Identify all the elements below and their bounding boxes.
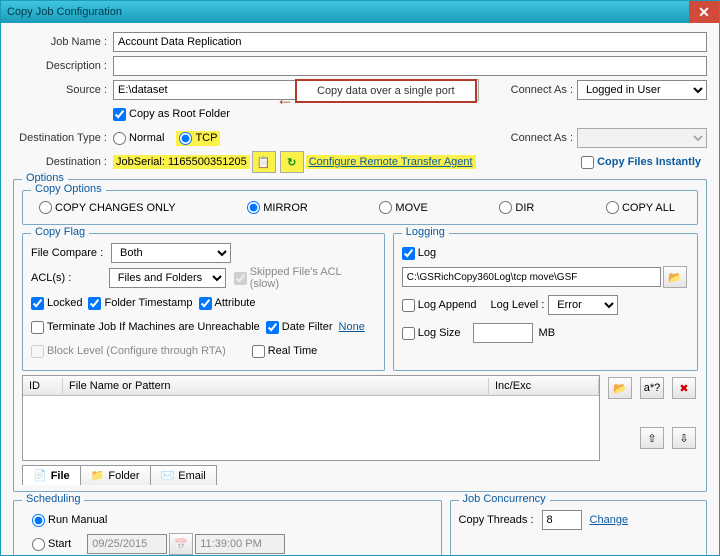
- folderts-checkbox[interactable]: Folder Timestamp: [88, 297, 192, 310]
- mirror-radio[interactable]: MIRROR: [247, 201, 308, 214]
- destination-label: Destination :: [13, 156, 113, 168]
- close-button[interactable]: ✕: [689, 1, 719, 23]
- jobname-label: Job Name :: [13, 36, 113, 48]
- loglevel-select[interactable]: Error: [548, 295, 618, 315]
- refresh-icon: ↻: [287, 156, 296, 169]
- loglevel-label: Log Level :: [490, 299, 544, 311]
- callout-note: Copy data over a single port: [295, 79, 477, 103]
- cal-icon: 📅: [174, 538, 188, 551]
- acls-label: ACL(s) :: [31, 272, 109, 284]
- copychanges-radio[interactable]: COPY CHANGES ONLY: [39, 201, 176, 214]
- down-icon: ⇩: [679, 432, 688, 445]
- desttype-label: Destination Type :: [13, 132, 113, 144]
- scheduling-legend: Scheduling: [22, 493, 84, 505]
- blocklevel-checkbox: Block Level (Configure through RTA): [31, 345, 226, 358]
- terminate-checkbox[interactable]: Terminate Job If Machines are Unreachabl…: [31, 321, 260, 334]
- moveup-button[interactable]: ⇧: [640, 427, 664, 449]
- folder-tab[interactable]: 📁Folder: [80, 465, 151, 485]
- cal-button: 📅: [169, 533, 193, 555]
- dir-radio[interactable]: DIR: [499, 201, 534, 214]
- normal-radio[interactable]: Normal: [113, 132, 164, 145]
- delete-icon: ✖: [679, 382, 688, 395]
- start-radio[interactable]: Start: [32, 538, 71, 551]
- description-label: Description :: [13, 60, 113, 72]
- log-checkbox[interactable]: Log: [402, 247, 436, 260]
- window-title: Copy Job Configuration: [7, 6, 122, 18]
- wildcard-icon: a*?: [644, 382, 661, 394]
- add-pattern-button[interactable]: 📂: [608, 377, 632, 399]
- attribute-checkbox[interactable]: Attribute: [199, 297, 256, 310]
- config-remote-link[interactable]: Configure Remote Transfer Agent: [306, 155, 476, 169]
- time-input: [195, 534, 285, 554]
- file-icon: 📄: [33, 469, 47, 482]
- connectas2-select: [577, 128, 707, 148]
- logging-legend: Logging: [402, 226, 449, 238]
- filecompare-select[interactable]: Both: [111, 243, 231, 263]
- titlebar: Copy Job Configuration ✕: [1, 1, 719, 23]
- browse-log-button[interactable]: 📂: [663, 266, 687, 288]
- copy-icon: 📋: [257, 156, 271, 169]
- filepattern-col: File Name or Pattern: [63, 378, 489, 394]
- realtime-checkbox[interactable]: Real Time: [252, 345, 318, 358]
- mb-label: MB: [539, 327, 556, 339]
- copy-serial-button[interactable]: 📋: [252, 151, 276, 173]
- id-col: ID: [23, 378, 63, 394]
- copyoptions-legend: Copy Options: [31, 183, 106, 195]
- acls-select[interactable]: Files and Folders: [109, 268, 226, 288]
- runmanual-radio[interactable]: Run Manual: [32, 514, 107, 527]
- logpath-input[interactable]: [402, 267, 661, 287]
- copyinstant-checkbox[interactable]: Copy Files Instantly: [581, 156, 701, 169]
- logappend-checkbox[interactable]: Log Append: [402, 299, 477, 312]
- file-tab[interactable]: 📄File: [22, 465, 81, 485]
- folder-icon: 📂: [668, 271, 682, 284]
- logsize-input[interactable]: [473, 323, 533, 343]
- jobname-input[interactable]: [113, 32, 707, 52]
- copythreads-label: Copy Threads :: [459, 514, 534, 526]
- skippedacl-checkbox: Skipped File's ACL (slow): [234, 266, 370, 290]
- incexc-col: Inc/Exc: [489, 378, 599, 394]
- move-radio[interactable]: MOVE: [379, 201, 427, 214]
- up-icon: ⇧: [647, 432, 656, 445]
- add-icon: 📂: [613, 382, 627, 395]
- logsize-checkbox[interactable]: Log Size: [402, 327, 461, 340]
- copyall-radio[interactable]: COPY ALL: [606, 201, 675, 214]
- copythreads-input[interactable]: [542, 510, 582, 530]
- folder-icon: 📁: [91, 469, 105, 482]
- filecompare-label: File Compare :: [31, 247, 111, 259]
- description-input[interactable]: [113, 56, 707, 76]
- copyflag-legend: Copy Flag: [31, 226, 89, 238]
- arrow-icon: ←: [276, 89, 294, 110]
- none-link[interactable]: None: [339, 321, 365, 333]
- connectas2-label: Connect As :: [511, 132, 573, 144]
- jobserial-text: JobSerial: 1165500351205: [113, 155, 250, 169]
- datefilter-checkbox[interactable]: Date Filter: [266, 321, 333, 334]
- source-label: Source :: [13, 84, 113, 96]
- locked-checkbox[interactable]: Locked: [31, 297, 82, 310]
- delete-pattern-button[interactable]: ✖: [672, 377, 696, 399]
- date-input: [87, 534, 167, 554]
- tcp-radio[interactable]: TCP: [176, 131, 220, 146]
- connectas1-select[interactable]: Logged in User: [577, 80, 707, 100]
- concurrency-legend: Job Concurrency: [459, 493, 550, 505]
- connectas1-label: Connect As :: [511, 84, 573, 96]
- email-tab[interactable]: ✉️Email: [150, 465, 217, 485]
- rootfolder-checkbox[interactable]: Copy as Root Folder: [113, 108, 230, 121]
- movedown-button[interactable]: ⇩: [672, 427, 696, 449]
- email-icon: ✉️: [161, 469, 175, 482]
- refresh-button[interactable]: ↻: [280, 151, 304, 173]
- wildcard-button[interactable]: a*?: [640, 377, 664, 399]
- change-link[interactable]: Change: [590, 514, 629, 526]
- pattern-grid: ID File Name or Pattern Inc/Exc: [22, 375, 600, 461]
